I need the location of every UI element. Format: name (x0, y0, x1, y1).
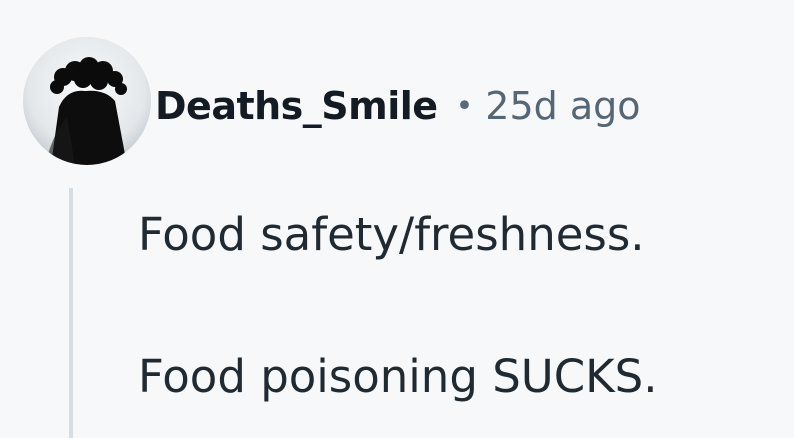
thread-line[interactable] (69, 188, 73, 438)
comment-timestamp[interactable]: 25d ago (485, 84, 640, 128)
meta-separator: • (455, 88, 474, 124)
comment-container: Deaths_Smile • 25d ago Food safety/fresh… (0, 0, 794, 438)
comment-text-line: Food poisoning SUCKS. (138, 350, 658, 403)
user-avatar-icon[interactable] (23, 37, 151, 165)
comment-body: Food safety/freshness. Food poisoning SU… (138, 200, 778, 412)
comment-text-line: Food safety/freshness. (138, 208, 645, 261)
author-username[interactable]: Deaths_Smile (155, 84, 438, 128)
comment-meta: Deaths_Smile • 25d ago (155, 78, 641, 134)
